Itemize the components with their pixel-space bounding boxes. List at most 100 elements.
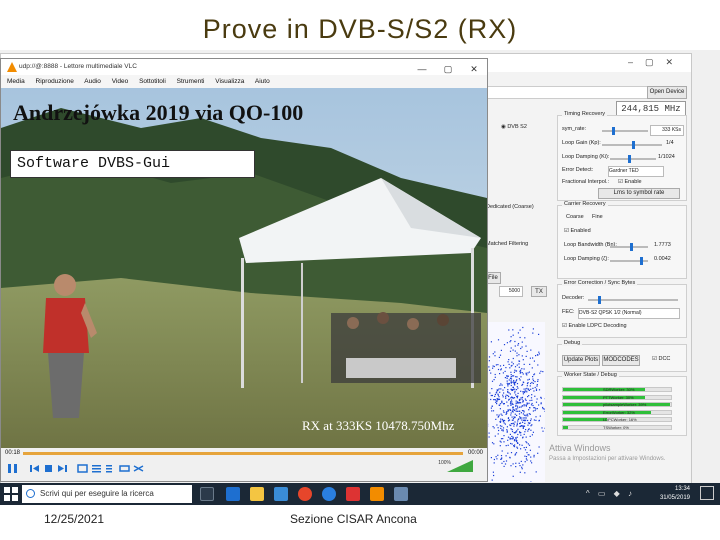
fec-select[interactable]: DVB-S2 QPSK 1/2 (Normal) bbox=[578, 308, 680, 319]
playlist-icon[interactable] bbox=[105, 463, 116, 474]
constellation-point bbox=[519, 379, 521, 381]
slider-thumb[interactable] bbox=[640, 257, 643, 265]
extended-settings-icon[interactable] bbox=[91, 463, 102, 474]
constellation-point bbox=[499, 425, 501, 427]
slider-thumb[interactable] bbox=[598, 296, 601, 304]
previous-icon[interactable] bbox=[29, 463, 40, 474]
menu-video[interactable]: Video bbox=[112, 78, 129, 85]
vlc-taskbar-icon[interactable] bbox=[370, 487, 384, 501]
constellation-point bbox=[517, 433, 519, 436]
constellation-point bbox=[518, 360, 520, 362]
constellation-point bbox=[510, 388, 512, 390]
loop-icon[interactable] bbox=[119, 463, 130, 474]
media-app-icon[interactable] bbox=[346, 487, 360, 501]
slider-thumb[interactable] bbox=[632, 141, 635, 149]
taskbar-clock[interactable]: 13:34 31/05/2019 bbox=[660, 485, 690, 503]
constellation-point bbox=[488, 436, 490, 438]
maximize-button[interactable]: ▢ bbox=[435, 61, 461, 77]
menu-audio[interactable]: Audio bbox=[84, 78, 101, 85]
sym-rate-field[interactable]: 333 KSs bbox=[650, 125, 684, 136]
dcc-checkbox[interactable]: ☑ DCC bbox=[652, 356, 670, 362]
constellation-point bbox=[537, 379, 539, 381]
menu-aiuto[interactable]: Aiuto bbox=[255, 78, 270, 85]
loop-bandwidth-slider[interactable] bbox=[610, 243, 648, 251]
device-select[interactable] bbox=[481, 86, 653, 99]
loop-gain-slider[interactable] bbox=[602, 141, 662, 149]
file-explorer-icon[interactable] bbox=[250, 487, 264, 501]
video-frame[interactable] bbox=[1, 88, 487, 448]
edge-icon[interactable] bbox=[226, 487, 240, 501]
slider-thumb[interactable] bbox=[612, 127, 615, 135]
dvbs2-radio[interactable]: ◉ DVB S2 bbox=[501, 124, 527, 130]
constellation-point bbox=[502, 438, 504, 440]
seek-bar[interactable] bbox=[23, 452, 463, 455]
constellation-point bbox=[531, 399, 533, 401]
constellation-point bbox=[512, 408, 514, 410]
constellation-point bbox=[533, 456, 535, 458]
error-detect-select[interactable]: Gardner TED bbox=[608, 166, 664, 177]
notification-center-icon[interactable] bbox=[700, 486, 714, 500]
task-view-icon[interactable] bbox=[200, 487, 214, 501]
menu-strumenti[interactable]: Strumenti bbox=[177, 78, 205, 85]
system-tray-icons[interactable]: ^ ▭ ◆ ♪ bbox=[586, 489, 635, 498]
constellation-point bbox=[502, 394, 504, 396]
carrier-damping-slider[interactable] bbox=[610, 257, 648, 265]
menu-riproduzione[interactable]: Riproduzione bbox=[36, 78, 74, 85]
tab-coarse[interactable]: Coarse bbox=[566, 214, 584, 220]
constellation-point bbox=[512, 418, 515, 420]
constellation-point bbox=[520, 416, 522, 419]
constellation-point bbox=[501, 384, 503, 386]
worker-bar-track: ErrorWorker: 32% bbox=[562, 409, 672, 415]
windows-start-icon[interactable] bbox=[4, 487, 18, 501]
modcodes-button[interactable]: MODCODES bbox=[602, 355, 640, 366]
store-icon[interactable] bbox=[274, 487, 288, 501]
constellation-point bbox=[524, 431, 526, 433]
menu-media[interactable]: Media bbox=[7, 78, 25, 85]
ldpc-checkbox[interactable]: ☑ Enable LDPC Decoding bbox=[562, 323, 627, 329]
app-icon[interactable] bbox=[322, 487, 336, 501]
close-button[interactable]: ✕ bbox=[461, 61, 487, 77]
menu-visualizza[interactable]: Visualizza bbox=[215, 78, 244, 85]
tx-button[interactable]: TX bbox=[531, 286, 547, 297]
constellation-point bbox=[533, 407, 535, 409]
constellation-point bbox=[519, 471, 521, 473]
sym-rate-slider[interactable] bbox=[602, 127, 648, 135]
constellation-point bbox=[504, 387, 506, 389]
constellation-point bbox=[520, 347, 522, 350]
constellation-point bbox=[490, 341, 492, 343]
constellation-point bbox=[509, 433, 511, 435]
spinner-field[interactable]: 5000 bbox=[499, 286, 523, 297]
dvbs-gui-window-controls[interactable]: –▢✕ bbox=[628, 57, 685, 68]
constellation-point bbox=[525, 446, 527, 448]
constellation-point bbox=[502, 430, 504, 432]
slider-thumb[interactable] bbox=[630, 243, 633, 251]
dvbs-gui-taskbar-icon[interactable] bbox=[394, 487, 408, 501]
minimize-button[interactable]: — bbox=[409, 61, 435, 77]
stop-icon[interactable] bbox=[43, 463, 54, 474]
slider-thumb[interactable] bbox=[628, 155, 631, 163]
pause-icon[interactable] bbox=[7, 463, 18, 474]
constellation-point bbox=[512, 357, 514, 360]
volume-slider[interactable] bbox=[447, 460, 473, 472]
open-device-button[interactable]: Open Device bbox=[647, 86, 687, 99]
constellation-point bbox=[523, 447, 525, 449]
next-icon[interactable] bbox=[57, 463, 68, 474]
enabled-checkbox[interactable]: ☑ Enabled bbox=[564, 228, 591, 234]
constellation-point bbox=[506, 380, 508, 382]
tab-fine[interactable]: Fine bbox=[592, 214, 603, 220]
decoder-slider[interactable] bbox=[588, 296, 678, 304]
update-plots-button[interactable]: Update Plots bbox=[562, 355, 600, 366]
ldpc-label: Enable LDPC Decoding bbox=[568, 323, 627, 329]
menu-sottotitoli[interactable]: Sottotitoli bbox=[139, 78, 166, 85]
constellation-point bbox=[510, 404, 512, 406]
constellation-point bbox=[498, 388, 500, 390]
lms-symbol-rate-button[interactable]: Lms to symbol rate bbox=[598, 188, 680, 199]
constellation-point bbox=[538, 420, 540, 422]
shuffle-icon[interactable] bbox=[133, 463, 144, 474]
interpolation-checkbox[interactable]: ☑ Enable bbox=[618, 179, 642, 185]
loop-damping-slider[interactable] bbox=[610, 155, 656, 163]
taskbar-search-box[interactable]: Scrivi qui per eseguire la ricerca bbox=[22, 485, 192, 503]
vlc-titlebar[interactable]: udp://@:8888 - Lettore multimediale VLC … bbox=[1, 59, 487, 75]
fullscreen-icon[interactable] bbox=[77, 463, 88, 474]
chrome-icon[interactable] bbox=[298, 487, 312, 501]
